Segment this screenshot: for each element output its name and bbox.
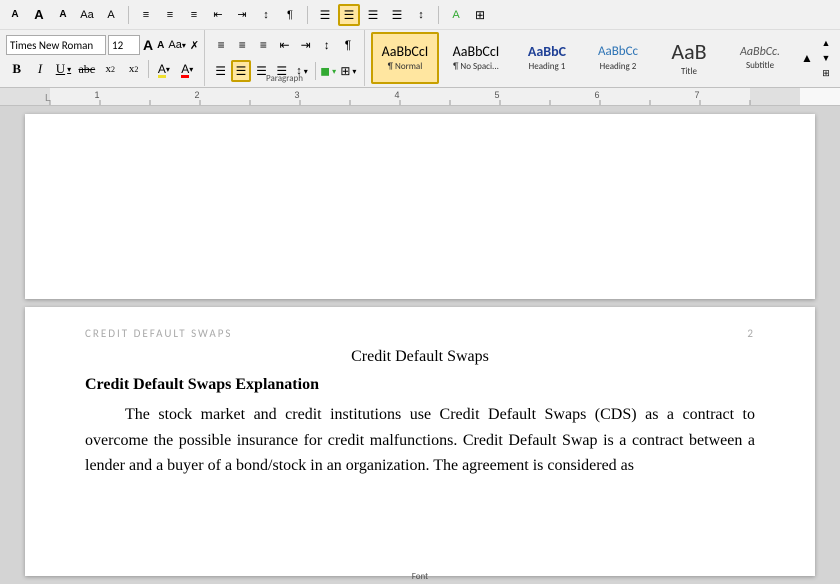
show-para-icon[interactable]: ¶	[279, 4, 301, 26]
align-left-icon[interactable]: ☰	[314, 4, 336, 26]
style-subtitle-label: Subtitle	[746, 60, 774, 71]
styles-expand-btn[interactable]: ⊞	[818, 66, 834, 80]
font-row1: A A Aa▾ ✗	[6, 34, 198, 56]
style-heading2-label: Heading 2	[600, 61, 637, 72]
style-heading2-preview: AaBbCc	[598, 44, 638, 60]
svg-text:4: 4	[394, 90, 399, 100]
ruler-svg: 1 2 3 4 5 6 7 L	[0, 88, 800, 106]
align-right-icon[interactable]: ☰	[362, 4, 384, 26]
style-normal[interactable]: AaBbCcI ¶ Normal	[371, 32, 439, 84]
style-no-spacing-preview: AaBbCcI	[453, 44, 500, 61]
dec-indent-btn[interactable]: ⇤	[274, 34, 294, 56]
inc-indent-btn[interactable]: ⇥	[296, 34, 316, 56]
para-section-label: Paragraph	[205, 73, 364, 84]
sort-para-btn[interactable]: ↕	[317, 34, 337, 56]
style-heading2[interactable]: AaBbCc Heading 2	[584, 32, 652, 84]
svg-text:L: L	[45, 93, 51, 104]
style-title-preview: AaB	[671, 39, 706, 65]
page-title: Credit Default Swaps	[85, 348, 755, 366]
numbering-btn[interactable]: ≡	[232, 34, 252, 56]
header-right: 2	[747, 327, 755, 340]
strikethrough-btn[interactable]: abc	[76, 58, 97, 80]
font-grow-icon[interactable]: A	[28, 4, 50, 26]
svg-text:5: 5	[494, 90, 499, 100]
bullets-btn[interactable]: ≡	[211, 34, 231, 56]
decrease-indent-icon[interactable]: ⇤	[207, 4, 229, 26]
styles-section: AaBbCcI ¶ Normal AaBbCcI ¶ No Spaci... A…	[365, 30, 840, 86]
font-size-dec-icon[interactable]: A	[156, 34, 165, 56]
subscript-btn[interactable]: x2	[100, 58, 121, 80]
style-subtitle-preview: AaBbCc.	[740, 45, 780, 59]
toolbar-row1: A A A Aa A ≡ ≡ ≡ ⇤ ⇥ ↕ ¶ ☰ ☰ ☰ ☰ ↕ A ⊞	[0, 0, 840, 30]
style-no-spacing-label: ¶ No Spaci...	[453, 61, 499, 72]
ruler: 1 2 3 4 5 6 7 L	[0, 88, 840, 106]
style-no-spacing[interactable]: AaBbCcI ¶ No Spaci...	[442, 32, 510, 84]
bold-btn[interactable]: B	[6, 58, 27, 80]
styles-arrows: ▲ ▼ ⊞	[818, 36, 834, 80]
italic-btn[interactable]: I	[29, 58, 50, 80]
clear-formatting-btn[interactable]: ✗	[189, 34, 200, 56]
body-paragraph-1[interactable]: The stock market and credit institutions…	[85, 402, 755, 479]
font-divider	[148, 60, 149, 78]
justify-icon[interactable]: ☰	[386, 4, 408, 26]
multilevel-list-icon[interactable]: ≡	[183, 4, 205, 26]
para-section: ≡ ≡ ≡ ⇤ ⇥ ↕ ¶ ☰ ☰ ☰ ☰ ↕▾ ◼▾ ⊞▾ Paragraph	[205, 30, 365, 86]
outline-list-btn[interactable]: ≡	[253, 34, 273, 56]
superscript-btn[interactable]: x2	[123, 58, 144, 80]
borders-icon[interactable]: ⊞	[469, 4, 491, 26]
font-size-input[interactable]	[108, 35, 140, 55]
divider3	[438, 6, 439, 24]
sort-icon[interactable]: ↕	[255, 4, 277, 26]
svg-text:7: 7	[694, 90, 699, 100]
change-case-btn[interactable]: Aa▾	[167, 34, 186, 56]
change-case-icon[interactable]: Aa	[76, 4, 98, 26]
font-section: A A Aa▾ ✗ B I U▾ abc x2 x2 A ▾ A ▾	[0, 30, 205, 86]
font-name-input[interactable]	[6, 35, 106, 55]
toolbar-row2: A A Aa▾ ✗ B I U▾ abc x2 x2 A ▾ A ▾	[0, 30, 840, 86]
divider1	[128, 6, 129, 24]
style-normal-label: ¶ Normal	[388, 61, 423, 72]
svg-text:1: 1	[94, 90, 99, 100]
line-spacing-icon[interactable]: ↕	[410, 4, 432, 26]
align-center-icon[interactable]: ☰	[338, 4, 360, 26]
style-normal-preview: AaBbCcI	[382, 44, 429, 61]
section-heading: Credit Default Swaps Explanation	[85, 376, 755, 394]
font-section-label: Font	[0, 571, 840, 582]
highlight-color-btn[interactable]: A ▾	[153, 58, 174, 80]
svg-text:6: 6	[594, 90, 599, 100]
font-shrink-icon[interactable]: A	[52, 4, 74, 26]
styles-scroll-up[interactable]: ▲	[799, 47, 815, 69]
clear-format-icon[interactable]: A	[100, 4, 122, 26]
font-row2: B I U▾ abc x2 x2 A ▾ A ▾	[6, 58, 198, 80]
styles-down-btn[interactable]: ▼	[818, 51, 834, 65]
font-size-inc-icon[interactable]: A	[142, 34, 154, 56]
show-para-marks-btn[interactable]: ¶	[338, 34, 358, 56]
page-header: CREDIT DEFAULT SWAPS 2	[85, 327, 755, 340]
header-left: CREDIT DEFAULT SWAPS	[85, 327, 232, 340]
svg-text:2: 2	[194, 90, 199, 100]
font-color-btn[interactable]: A ▾	[177, 58, 198, 80]
divider2	[307, 6, 308, 24]
page-2[interactable]: CREDIT DEFAULT SWAPS 2 Credit Default Sw…	[25, 307, 815, 576]
style-subtitle[interactable]: AaBbCc. Subtitle	[726, 32, 794, 84]
style-title-label: Title	[681, 66, 697, 77]
style-heading1-preview: AaBbC	[528, 44, 566, 61]
shading-icon[interactable]: A	[445, 4, 467, 26]
page-1	[25, 114, 815, 299]
bullets-icon[interactable]: ≡	[135, 4, 157, 26]
svg-text:3: 3	[294, 90, 299, 100]
doc-area: CREDIT DEFAULT SWAPS 2 Credit Default Sw…	[0, 106, 840, 584]
font-size-up-icon[interactable]: A	[4, 4, 26, 26]
underline-btn[interactable]: U▾	[53, 58, 74, 80]
style-title[interactable]: AaB Title	[655, 32, 723, 84]
style-heading1[interactable]: AaBbC Heading 1	[513, 32, 581, 84]
increase-indent-icon[interactable]: ⇥	[231, 4, 253, 26]
numbering-icon[interactable]: ≡	[159, 4, 181, 26]
style-heading1-label: Heading 1	[529, 61, 566, 72]
styles-up-btn[interactable]: ▲	[818, 36, 834, 50]
